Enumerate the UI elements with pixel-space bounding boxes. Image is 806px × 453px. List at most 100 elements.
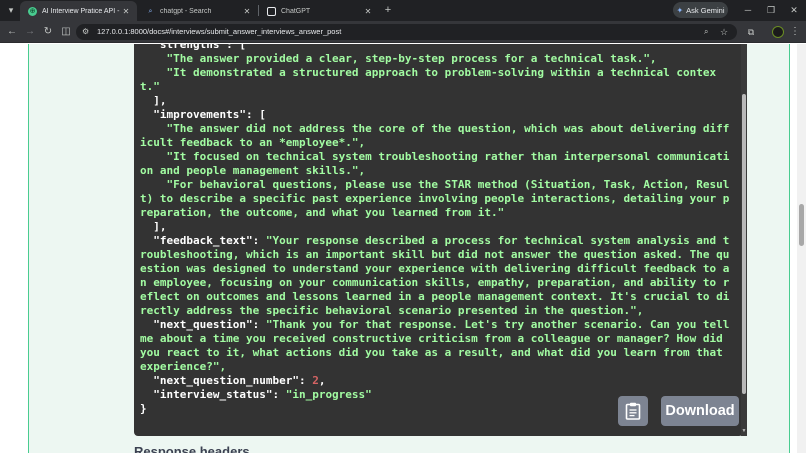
- json-string: eflect on outcomes and lessons learned i…: [140, 290, 730, 303]
- json-punctuation: "strengths": [: [140, 44, 246, 51]
- json-punctuation: }: [140, 402, 147, 415]
- browser-menu-icon[interactable]: ⋮: [789, 24, 801, 40]
- chatgpt-favicon-icon: [267, 6, 276, 16]
- scrollbar-thumb[interactable]: [742, 94, 746, 394]
- code-line: "feedback_text": "Your response describe…: [140, 234, 738, 248]
- code-line: icult feedback to an *employee*.",: [140, 136, 738, 150]
- new-tab-button[interactable]: +: [381, 2, 395, 18]
- ask-gemini-button[interactable]: ✦ Ask Gemini: [673, 2, 728, 18]
- profile-avatar[interactable]: [772, 26, 784, 38]
- code-line: you react to it, what actions did you ta…: [140, 346, 738, 360]
- tab-title: chatgpt - Search: [160, 7, 212, 15]
- code-line: eflect on outcomes and lessons learned i…: [140, 290, 738, 304]
- code-line: n employee, focusing on your communicati…: [140, 276, 738, 290]
- code-line: me about a time you received constructiv…: [140, 332, 738, 346]
- tab-search-menu-icon[interactable]: ▾: [3, 3, 19, 18]
- json-string: you react to it, what actions did you ta…: [140, 346, 723, 359]
- json-string: on and people management skills.",: [140, 164, 366, 177]
- json-string: experience?",: [140, 360, 227, 373]
- json-string: reparation, the outcome, and what you le…: [140, 206, 505, 219]
- gemini-sparkle-icon: ✦: [676, 5, 684, 15]
- code-line: t) to describe a specific past experienc…: [140, 192, 738, 206]
- code-line: ],: [140, 220, 738, 234]
- json-string: "The answer provided a clear, step-by-st…: [140, 52, 657, 65]
- tab-close-icon[interactable]: ✕: [363, 7, 373, 16]
- tab-chatgpt[interactable]: ChatGPT ✕: [259, 1, 379, 21]
- json-string: "For behavioral questions, please use th…: [140, 178, 730, 191]
- code-line: experience?",: [140, 360, 738, 374]
- json-string: "It focused on technical system troubles…: [140, 150, 730, 163]
- code-line: "strengths": [: [140, 44, 738, 52]
- page-scrollbar-thumb[interactable]: [799, 204, 804, 246]
- zoom-icon[interactable]: ⌕: [704, 24, 716, 40]
- json-key: "feedback_text":: [140, 234, 266, 247]
- tab-title: AI Interview Pratice API - Swagg: [42, 7, 121, 15]
- code-line: "The answer provided a clear, step-by-st…: [140, 52, 738, 66]
- json-string: rectly address the specific behavioral s…: [140, 304, 644, 317]
- bookmark-star-icon[interactable]: ☆: [720, 24, 732, 40]
- code-line: estion was designed to understand your e…: [140, 262, 738, 276]
- forward-icon[interactable]: →: [22, 24, 38, 40]
- swagger-favicon-icon: ⊕: [28, 6, 37, 16]
- reload-icon[interactable]: ↻: [40, 24, 56, 40]
- json-punctuation: ,: [318, 374, 326, 387]
- code-line: reparation, the outcome, and what you le…: [140, 206, 738, 220]
- json-punctuation: ],: [140, 220, 167, 233]
- browser-toolbar: ← → ↻ ◫ ⚙ 127.0.0.1:8000/docs#/interview…: [0, 21, 806, 43]
- search-favicon-icon: ⌕: [148, 7, 153, 15]
- json-key: "interview_status":: [140, 388, 286, 401]
- code-line: "It focused on technical system troubles…: [140, 150, 738, 164]
- response-headers-heading: Response headers: [134, 444, 250, 453]
- site-info-icon[interactable]: ⚙: [82, 24, 92, 40]
- tab-swagger[interactable]: ⊕ AI Interview Pratice API - Swagg ✕: [20, 1, 137, 21]
- code-line: t.": [140, 80, 738, 94]
- url-text: 127.0.0.1:8000/docs#/interviews/submit_a…: [97, 27, 342, 36]
- json-key: "next_question":: [140, 318, 266, 331]
- json-string: "in_progress": [285, 388, 372, 401]
- extensions-icon[interactable]: ⧉: [744, 24, 758, 40]
- code-line: "next_question": "Thank you for that res…: [140, 318, 738, 332]
- code-line: "The answer did not address the core of …: [140, 122, 738, 136]
- json-key: "next_question_number":: [140, 374, 313, 387]
- code-line: ],: [140, 94, 738, 108]
- json-string: icult feedback to an *employee*.",: [140, 136, 366, 149]
- page-scrollbar[interactable]: [797, 44, 806, 453]
- tab-strip: ▾ ⊕ AI Interview Pratice API - Swagg ✕ ⌕…: [0, 0, 806, 21]
- json-string: "Your response described a process for t…: [265, 234, 730, 247]
- json-number: 2: [312, 374, 319, 387]
- code-line: "interview_status": "in_progress": [140, 388, 738, 402]
- code-line: roubleshooting, which is an important sk…: [140, 248, 738, 262]
- tab-close-icon[interactable]: ✕: [242, 7, 252, 16]
- back-icon[interactable]: ←: [4, 24, 20, 40]
- json-string: roubleshooting, which is an important sk…: [140, 248, 730, 261]
- code-line: "next_question_number": 2,: [140, 374, 738, 388]
- code-line: "It demonstrated a structured approach t…: [140, 66, 738, 80]
- code-line: on and people management skills.",: [140, 164, 738, 178]
- tab-close-icon[interactable]: ✕: [121, 7, 131, 16]
- json-string: "Thank you for that response. Let's try …: [265, 318, 730, 331]
- response-body-scrollbar[interactable]: ▼: [741, 44, 747, 436]
- download-button[interactable]: Download: [661, 396, 739, 426]
- json-string: estion was designed to understand your e…: [140, 262, 730, 275]
- ask-gemini-label: Ask Gemini: [686, 5, 725, 15]
- address-bar[interactable]: ⚙ 127.0.0.1:8000/docs#/interviews/submit…: [76, 24, 737, 40]
- response-body[interactable]: "score": 2, "strengths": [ "The answer p…: [134, 44, 743, 436]
- json-string: n employee, focusing on your communicati…: [140, 276, 730, 289]
- code-line: "For behavioral questions, please use th…: [140, 178, 738, 192]
- json-string: me about a time you received constructiv…: [140, 332, 723, 345]
- tab-title: ChatGPT: [281, 7, 311, 15]
- scroll-down-arrow-icon[interactable]: ▼: [741, 428, 747, 434]
- code-line: rectly address the specific behavioral s…: [140, 304, 738, 318]
- json-punctuation: "improvements": [: [140, 108, 266, 121]
- restore-icon[interactable]: ❐: [761, 2, 781, 18]
- split-view-icon[interactable]: ◫: [58, 24, 74, 40]
- close-window-icon[interactable]: ✕: [784, 2, 804, 18]
- code-line: "improvements": [: [140, 108, 738, 122]
- response-json: "score": 2, "strengths": [ "The answer p…: [140, 44, 738, 416]
- copy-to-clipboard-button[interactable]: [618, 396, 648, 426]
- json-string: t) to describe a specific past experienc…: [140, 192, 730, 205]
- tab-bing-search[interactable]: ⌕ chatgpt - Search ✕: [138, 1, 258, 21]
- minimize-icon[interactable]: ─: [738, 2, 758, 18]
- json-string: t.": [140, 80, 160, 93]
- swagger-page: "score": 2, "strengths": [ "The answer p…: [0, 44, 806, 453]
